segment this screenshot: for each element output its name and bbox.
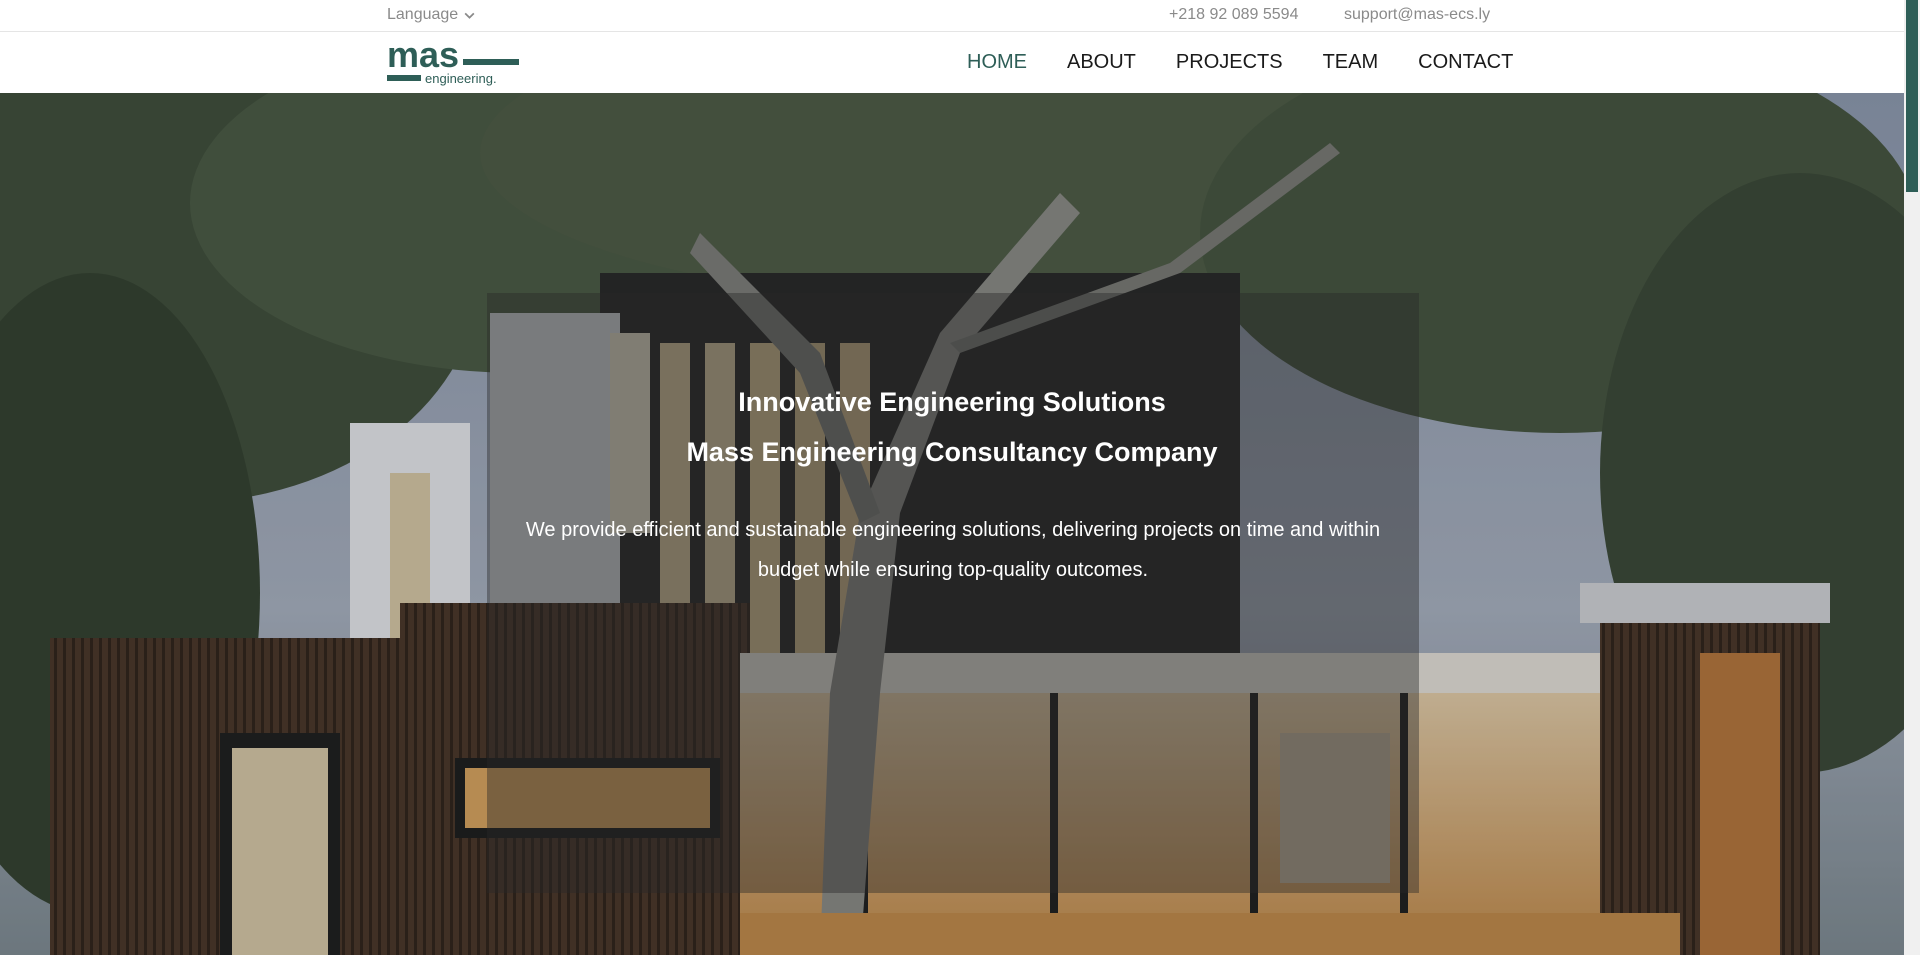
hero-title-line2: Mass Engineering Consultancy Company — [686, 437, 1218, 467]
language-selector[interactable]: Language — [387, 6, 476, 24]
page-scrollbar[interactable] — [1904, 0, 1920, 955]
language-label: Language — [387, 6, 459, 23]
nav-projects[interactable]: PROJECTS — [1176, 51, 1283, 74]
main-nav: HOME ABOUT PROJECTS TEAM CONTACT — [967, 51, 1513, 74]
nav-home[interactable]: HOME — [967, 51, 1027, 74]
hero-overlay — [487, 293, 1419, 893]
hero-description: We provide efficient and sustainable eng… — [525, 519, 1381, 581]
top-bar: Language +218 92 089 5594 support@mas-ec… — [0, 0, 1904, 32]
site-header: mas engineering. HOME ABOUT PROJECTS TEA… — [0, 32, 1904, 93]
nav-team[interactable]: TEAM — [1323, 51, 1379, 74]
svg-text:mas: mas — [387, 39, 459, 75]
svg-text:engineering.: engineering. — [425, 71, 497, 86]
nav-contact[interactable]: CONTACT — [1418, 51, 1513, 74]
company-logo[interactable]: mas engineering. — [387, 39, 519, 87]
phone-number[interactable]: +218 92 089 5594 — [1169, 6, 1298, 24]
support-email[interactable]: support@mas-ecs.ly — [1344, 6, 1490, 24]
nav-about[interactable]: ABOUT — [1067, 51, 1136, 74]
hero-title-line1: Innovative Engineering Solutions — [738, 387, 1166, 417]
chevron-down-icon — [464, 12, 475, 19]
scrollbar-thumb[interactable] — [1906, 0, 1918, 192]
